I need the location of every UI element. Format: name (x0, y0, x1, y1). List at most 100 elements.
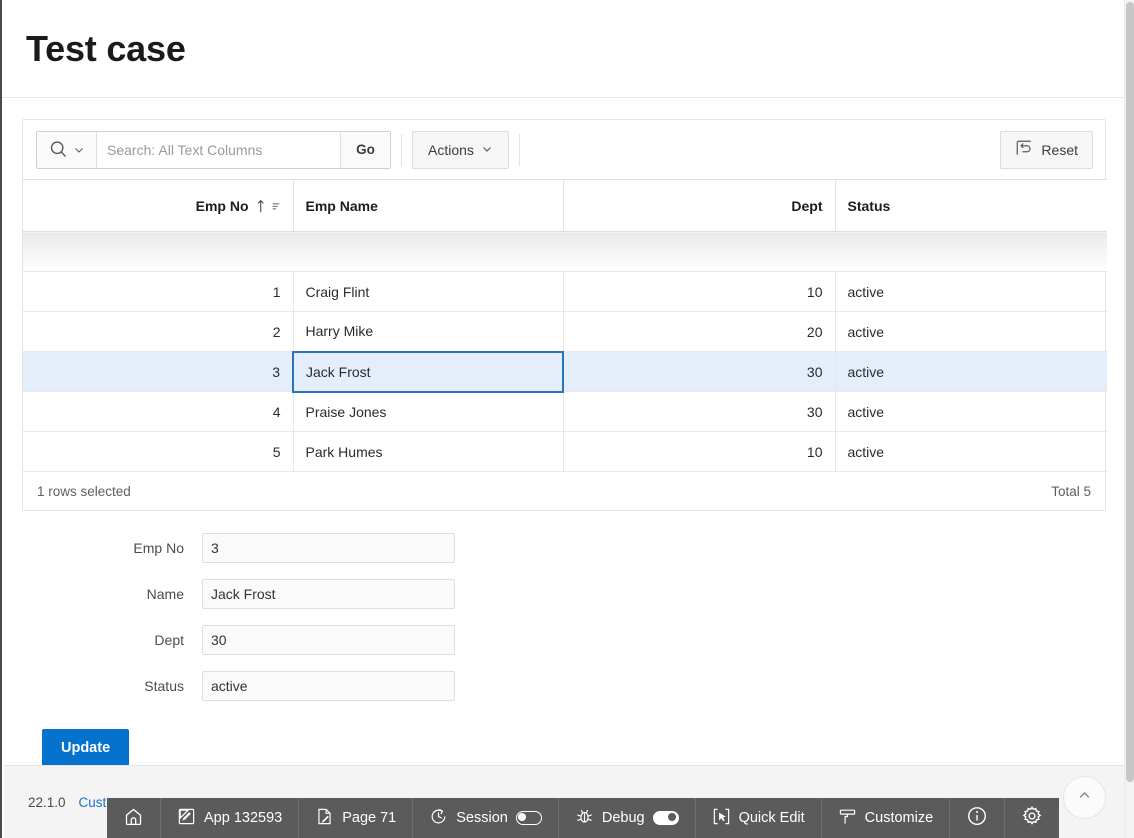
debug-toggle[interactable] (652, 811, 679, 825)
cell-dept[interactable]: 30 (562, 391, 835, 432)
chevron-up-icon (1077, 788, 1092, 808)
column-header-dept[interactable]: Dept (562, 179, 835, 232)
table-row[interactable]: 1 Craig Flint 10 active (23, 271, 1107, 312)
developer-toolbar: App 132593 Page 71 Session Debug Quick E… (107, 798, 1060, 838)
toolbar-separator-2 (518, 133, 520, 166)
cell-emp-no[interactable]: 5 (23, 431, 293, 472)
toolbar-separator-1 (401, 133, 402, 166)
search-group: Go (36, 130, 391, 169)
app-page: Test case Search: All Text Columns Go Ac… (0, 0, 1134, 838)
form-row-dept: Dept (22, 625, 1134, 655)
page-header: Test case (2, 0, 1134, 98)
column-label: Emp No (195, 197, 249, 214)
cell-emp-name[interactable]: Park Humes (292, 431, 563, 472)
report-footer: 1 rows selected Total 5 (23, 472, 1105, 510)
dev-session-label: Session (456, 810, 508, 826)
interactive-report-region: Go Actions (22, 119, 1107, 511)
dev-customize-label: Customize (864, 810, 934, 826)
home-icon (123, 806, 144, 831)
dev-app-button[interactable]: App 132593 (161, 798, 300, 838)
cell-emp-name[interactable]: Craig Flint (292, 271, 563, 312)
label-status: Status (144, 678, 184, 694)
dev-page-label: Page 71 (342, 810, 397, 826)
cell-emp-name-focused[interactable]: Jack Frost (292, 350, 564, 393)
search-column-selector[interactable] (37, 131, 97, 168)
input-status[interactable] (202, 671, 455, 701)
scrollbar-thumb[interactable] (1126, 2, 1134, 782)
total-rows-text: Total 5 (1051, 483, 1091, 499)
chevron-down-icon (73, 144, 85, 156)
actions-menu-button[interactable]: Actions (412, 130, 509, 169)
header-shadow (23, 231, 1107, 272)
report-table: Emp No Emp Name Dept Status 1 Craig Flin… (23, 179, 1107, 472)
cell-status[interactable]: active (834, 351, 1107, 392)
search-input[interactable] (97, 131, 340, 168)
input-emp-no[interactable] (202, 533, 455, 563)
dev-quick-edit-button[interactable]: Quick Edit (696, 798, 822, 838)
cell-emp-no[interactable]: 3 (23, 351, 293, 392)
bug-icon (575, 807, 594, 830)
cell-emp-no[interactable]: 2 (23, 311, 293, 352)
table-row[interactable]: 4 Praise Jones 30 active (23, 391, 1107, 432)
cell-dept[interactable]: 10 (562, 271, 835, 312)
dev-home-button[interactable] (107, 798, 161, 838)
form-row-emp-no: Emp No (22, 533, 1134, 563)
cell-emp-no[interactable]: 1 (23, 271, 293, 312)
magnifier-icon (48, 139, 69, 160)
table-row-selected[interactable]: 3 Jack Frost 30 active (23, 350, 1107, 393)
label-emp-no: Emp No (133, 540, 184, 556)
vertical-scrollbar[interactable] (1124, 0, 1134, 838)
column-header-emp-no[interactable]: Emp No (23, 179, 293, 232)
version-text: 22.1.0 (28, 794, 66, 810)
form-row-status: Status (22, 671, 1134, 701)
dev-session-button[interactable]: Session (413, 798, 559, 838)
input-dept[interactable] (202, 625, 455, 655)
page-edit-icon (315, 807, 334, 830)
dev-app-label: App 132593 (204, 810, 283, 826)
column-label: Status (847, 197, 891, 214)
reset-button[interactable]: Reset (1000, 130, 1093, 169)
label-name: Name (146, 586, 184, 602)
table-body: 1 Craig Flint 10 active 2 Harry Mike 20 … (23, 231, 1107, 472)
sort-ascending-icon (256, 198, 281, 214)
actions-label: Actions (428, 141, 474, 158)
gear-icon (1021, 805, 1043, 831)
cell-emp-no[interactable]: 4 (23, 391, 293, 432)
cell-status[interactable]: active (834, 391, 1107, 432)
page-title: Test case (26, 27, 186, 69)
cell-dept[interactable]: 30 (562, 351, 835, 392)
dev-quick-edit-label: Quick Edit (738, 810, 805, 826)
cell-status[interactable]: active (834, 431, 1107, 472)
cursor-select-icon (712, 807, 731, 830)
cell-dept[interactable]: 20 (562, 311, 835, 352)
column-header-status[interactable]: Status (834, 179, 1107, 232)
employee-form: Emp No Name Dept Status Update (2, 533, 1134, 767)
column-header-emp-name[interactable]: Emp Name (292, 179, 563, 232)
dev-settings-button[interactable] (1005, 798, 1059, 838)
info-circle-icon (966, 805, 988, 831)
back-to-top-button[interactable] (1063, 776, 1106, 819)
undo-box-icon (1015, 139, 1033, 160)
dev-page-button[interactable]: Page 71 (299, 798, 414, 838)
input-name[interactable] (202, 579, 455, 609)
dev-info-button[interactable] (950, 798, 1006, 838)
cell-dept[interactable]: 10 (562, 431, 835, 472)
table-row[interactable]: 2 Harry Mike 20 active (23, 311, 1107, 352)
search-go-button[interactable]: Go (340, 131, 390, 168)
dev-debug-button[interactable]: Debug (559, 798, 696, 838)
chevron-down-icon (481, 142, 493, 158)
dev-debug-label: Debug (601, 810, 645, 826)
cell-emp-name[interactable]: Praise Jones (292, 391, 563, 432)
table-row[interactable]: 5 Park Humes 10 active (23, 431, 1107, 472)
update-button[interactable]: Update (42, 729, 130, 767)
cell-status[interactable]: active (834, 311, 1107, 352)
clock-icon (429, 807, 448, 830)
cell-emp-name[interactable]: Harry Mike (292, 311, 563, 352)
table-head: Emp No Emp Name Dept Status (23, 179, 1107, 232)
cell-status[interactable]: active (834, 271, 1107, 312)
column-label: Dept (791, 197, 823, 214)
edit-square-icon (177, 807, 196, 830)
dev-customize-button[interactable]: Customize (822, 798, 951, 838)
session-toggle[interactable] (515, 811, 542, 825)
report-toolbar: Go Actions (23, 120, 1105, 179)
